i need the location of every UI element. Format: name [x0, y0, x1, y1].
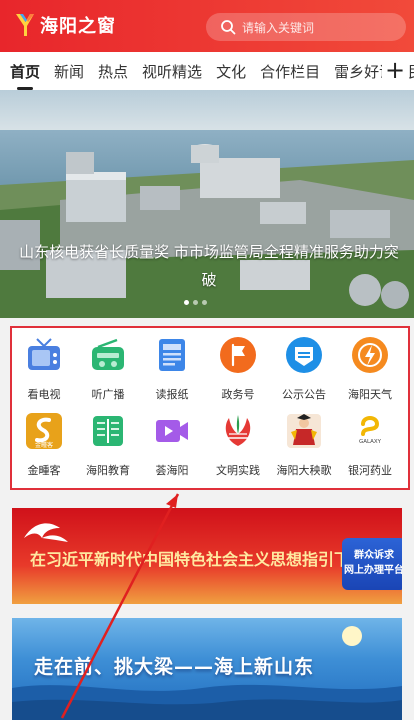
app-header: 海阳之窗 请输入关键词 — [0, 0, 414, 52]
service-jintuanke[interactable]: 金畽客 金畽客 — [14, 412, 74, 478]
service-label: 海阳教育 — [86, 464, 130, 477]
carousel-dot — [193, 300, 198, 305]
yangge-icon — [287, 414, 321, 448]
service-education[interactable]: 海阳教育 — [78, 412, 138, 478]
tab-video-picks[interactable]: 视听精选 — [142, 61, 202, 82]
service-civilization-practice[interactable]: 文明实践 — [208, 412, 268, 478]
service-label: 读报纸 — [155, 388, 189, 401]
svg-text:GALAXY: GALAXY — [359, 439, 382, 445]
tab-news[interactable]: 新闻 — [54, 61, 84, 82]
newspaper-icon — [159, 339, 185, 371]
tab-culture[interactable]: 文化 — [216, 61, 246, 82]
banner-caption[interactable]: 山东核电获省长质量奖 市市场监管局全程精准服务助力突破 — [16, 238, 402, 294]
promo-banner-text: 在习近平新时代中国特色社会主义思想指引下 — [30, 550, 351, 569]
service-newspaper[interactable]: 读报纸 — [142, 336, 202, 402]
tab-hot[interactable]: 热点 — [98, 61, 128, 82]
service-government-account[interactable]: 政务号 — [208, 336, 268, 402]
service-label: 金畽客 — [27, 464, 61, 477]
service-label: 政务号 — [221, 388, 255, 401]
service-weather[interactable]: 海阳天气 — [340, 336, 400, 402]
search-icon — [221, 20, 236, 35]
service-grid: 看电视 听广播 读报纸 政务号 公示公告 海阳天气 金畽客 金畽客 海阳教育 荟… — [10, 326, 410, 490]
service-label: 荟海阳 — [155, 464, 189, 477]
add-tab-button[interactable]: + — [382, 58, 408, 84]
service-watch-tv[interactable]: 看电视 — [14, 336, 74, 402]
video-icon — [156, 420, 188, 442]
tab-more-category[interactable]: 民 — [408, 61, 414, 82]
promo-banner-blue[interactable]: 走在前、挑大梁——海上新山东 — [12, 618, 402, 720]
jintuanke-icon: 金畽客 — [26, 413, 62, 449]
service-galaxy-pharma[interactable]: GALAXY 银河药业 — [340, 412, 400, 478]
tab-home[interactable]: 首页 — [10, 61, 40, 90]
citizen-appeal-subtitle: 网上办理平台 — [344, 565, 402, 576]
book-icon — [93, 416, 123, 446]
search-bar[interactable]: 请输入关键词 — [206, 13, 406, 41]
service-yangge[interactable]: 海阳大秧歌 — [274, 412, 334, 478]
service-radio[interactable]: 听广播 — [78, 336, 138, 402]
citizen-appeal-button[interactable]: 群众诉求 网上办理平台 — [342, 538, 402, 590]
tv-icon — [28, 338, 60, 370]
hero-banner[interactable]: 山东核电获省长质量奖 市市场监管局全程精准服务助力突破 — [0, 90, 414, 318]
svg-text:金畽客: 金畽客 — [35, 441, 53, 449]
service-label: 听广播 — [91, 388, 125, 401]
carousel-dot — [184, 300, 189, 305]
app-logo[interactable]: 海阳之窗 — [14, 12, 116, 38]
galaxy-icon: GALAXY — [352, 413, 388, 449]
app-title: 海阳之窗 — [40, 16, 116, 37]
service-label: 海阳天气 — [348, 388, 392, 401]
service-label: 看电视 — [27, 388, 61, 401]
service-label: 公示公告 — [282, 388, 326, 401]
carousel-indicator — [184, 300, 207, 305]
announcement-icon — [286, 337, 322, 373]
service-label: 海阳大秧歌 — [276, 464, 332, 477]
service-label: 文明实践 — [216, 464, 260, 477]
civilization-icon — [225, 415, 251, 446]
service-label: 银河药业 — [348, 464, 392, 477]
promo-banner-slogan: 走在前、挑大梁——海上新山东 — [34, 656, 315, 678]
service-public-notice[interactable]: 公示公告 — [274, 336, 334, 402]
category-tabs: 首页 新闻 热点 视听精选 文化 合作栏目 雷乡好课 民 + — [0, 52, 414, 90]
carousel-dot — [202, 300, 207, 305]
citizen-appeal-title: 群众诉求 — [354, 550, 394, 561]
flag-icon — [220, 337, 256, 373]
tab-partner-columns[interactable]: 合作栏目 — [260, 61, 320, 82]
search-input[interactable]: 请输入关键词 — [242, 19, 314, 36]
service-hui-haiyang[interactable]: 荟海阳 — [142, 412, 202, 478]
logo-icon — [16, 14, 34, 36]
weather-icon — [352, 337, 388, 373]
radio-icon — [92, 338, 124, 370]
promo-banner-red[interactable]: 在习近平新时代中国特色社会主义思想指引下 群众诉求 网上办理平台 — [12, 508, 402, 604]
